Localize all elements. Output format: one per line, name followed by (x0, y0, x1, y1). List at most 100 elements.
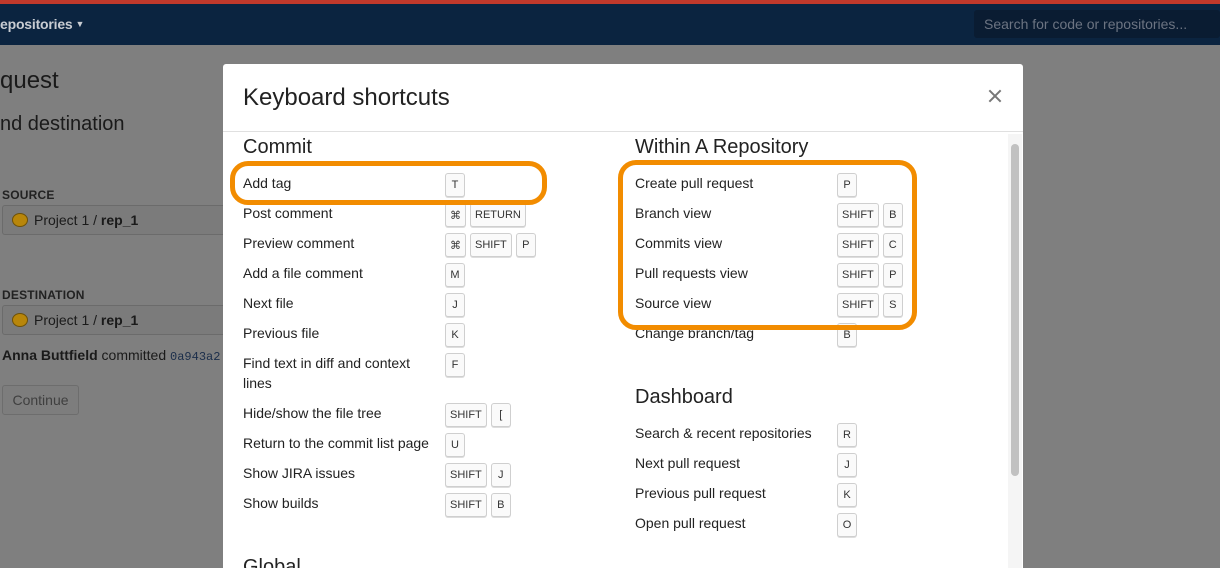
shortcut-label: Search & recent repositories (635, 425, 812, 441)
top-navigation-bar: epositories ▼ (0, 0, 1220, 45)
key-cap: T (445, 173, 465, 197)
shortcut-keys: R (837, 423, 857, 447)
repositories-menu[interactable]: epositories ▼ (0, 16, 84, 32)
latest-commit: Anna Buttfield committed 0a943a2 (2, 347, 220, 364)
key-cap: P (837, 173, 857, 197)
search-box[interactable] (974, 10, 1220, 38)
key-cap: F (445, 353, 465, 377)
shortcut-label: Return to the commit list page (243, 435, 429, 451)
caret-down-icon: ▼ (75, 19, 85, 29)
shortcut-label: Create pull request (635, 175, 754, 191)
repository-icon (12, 313, 28, 327)
key-cap: C (882, 233, 903, 257)
key-cap: P (515, 233, 536, 257)
shortcut-keys: SHIFT P (837, 263, 903, 287)
shortcut-label: Post comment (243, 205, 333, 221)
key-cap: K (837, 483, 857, 507)
shortcut-label: Add a file comment (243, 265, 363, 281)
shortcut-label: Commits view (635, 235, 723, 251)
command-key-icon: ⌘ (445, 233, 466, 257)
key-cap: SHIFT (837, 203, 879, 227)
section-heading-repository: Within A Repository (635, 136, 809, 158)
shortcut-keys: SHIFT B (837, 203, 903, 227)
shortcut-keys: SHIFT B (445, 493, 511, 517)
destination-label: DESTINATION (2, 288, 85, 302)
key-cap: SHIFT (445, 493, 487, 517)
destination-repo-select[interactable]: Project 1 / rep_1 (2, 305, 224, 335)
search-input[interactable] (974, 10, 1220, 38)
command-key-icon: ⌘ (445, 203, 466, 227)
destination-repo: rep_1 (100, 312, 139, 328)
key-cap: SHIFT (445, 463, 487, 487)
shortcut-keys: SHIFT C (837, 233, 903, 257)
shortcut-label: Previous pull request (635, 485, 766, 501)
shortcut-keys: F (445, 353, 465, 377)
section-heading-commit: Commit (243, 136, 312, 158)
source-project: Project 1 / (34, 212, 98, 228)
page-title: quest (0, 67, 59, 94)
shortcut-label: Preview comment (243, 235, 355, 251)
shortcut-label: Next pull request (635, 455, 741, 471)
key-cap: SHIFT (445, 403, 487, 427)
key-cap: SHIFT (837, 293, 879, 317)
page-subtitle: nd destination (0, 113, 125, 135)
scrollbar-thumb[interactable] (1011, 144, 1019, 476)
key-cap: J (445, 293, 465, 317)
shortcut-keys: P (837, 173, 857, 197)
key-cap: O (837, 513, 857, 537)
shortcut-label: Branch view (635, 205, 712, 221)
shortcut-label: Source view (635, 295, 712, 311)
section-heading-global: Global (243, 556, 301, 568)
shortcut-label: Next file (243, 295, 294, 311)
shortcut-keys: O (837, 513, 857, 537)
key-cap: M (445, 263, 465, 287)
key-cap: U (445, 433, 465, 457)
source-label: SOURCE (2, 188, 55, 202)
shortcut-label: Find text in diff and context lines (243, 355, 411, 391)
dialog-scrollbar[interactable] (1008, 134, 1022, 568)
key-cap: RETURN (470, 203, 526, 227)
dialog-title: Keyboard shortcuts (243, 84, 450, 111)
key-cap: K (445, 323, 465, 347)
close-icon[interactable] (985, 86, 1005, 106)
shortcut-label: Previous file (243, 325, 320, 341)
shortcut-label: Show JIRA issues (243, 465, 356, 481)
shortcut-keys: J (837, 453, 857, 477)
key-cap: SHIFT (837, 233, 879, 257)
continue-button[interactable]: Continue (2, 385, 79, 415)
shortcut-keys: J (445, 293, 465, 317)
shortcut-keys: K (445, 323, 465, 347)
shortcut-keys: SHIFT [ (445, 403, 511, 427)
commit-text: committed (101, 347, 167, 363)
key-cap: SHIFT (470, 233, 512, 257)
keyboard-shortcuts-dialog: Keyboard shortcuts Commit Add tag T Post… (223, 64, 1023, 568)
commit-author[interactable]: Anna Buttfield (2, 347, 98, 363)
source-repo: rep_1 (100, 212, 139, 228)
key-cap: J (837, 453, 857, 477)
repositories-menu-label: epositories (0, 16, 73, 32)
shortcut-keys: ⌘ RETURN (445, 203, 526, 227)
key-cap: P (882, 263, 903, 287)
commit-hash[interactable]: 0a943a2 (170, 350, 220, 364)
shortcut-keys: SHIFT J (445, 463, 511, 487)
dialog-header: Keyboard shortcuts (223, 64, 1023, 132)
key-cap: B (837, 323, 857, 347)
shortcut-label: Hide/show the file tree (243, 405, 382, 421)
shortcut-label: Show builds (243, 495, 319, 511)
shortcut-label: Add tag (243, 175, 292, 191)
key-cap: SHIFT (837, 263, 879, 287)
shortcut-keys: M (445, 263, 465, 287)
source-repo-select[interactable]: Project 1 / rep_1 (2, 205, 224, 235)
shortcut-keys: B (837, 323, 857, 347)
key-cap: B (490, 493, 511, 517)
shortcut-label: Open pull request (635, 515, 746, 531)
shortcut-keys: ⌘ SHIFT P (445, 233, 536, 257)
destination-project: Project 1 / (34, 312, 98, 328)
key-cap: S (882, 293, 903, 317)
key-cap: J (490, 463, 511, 487)
key-cap: R (837, 423, 857, 447)
section-heading-dashboard: Dashboard (635, 386, 733, 408)
shortcut-label: Change branch/tag (635, 325, 755, 341)
shortcut-keys: SHIFT S (837, 293, 903, 317)
key-cap: B (882, 203, 903, 227)
